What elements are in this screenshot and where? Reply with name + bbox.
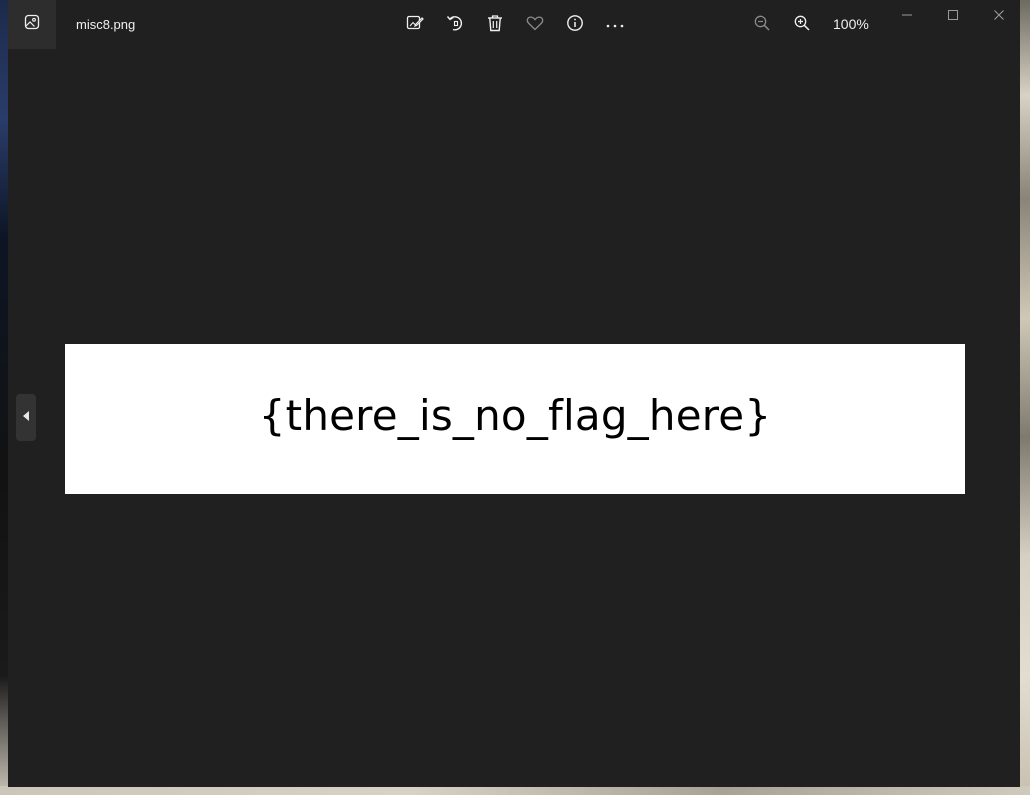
zoom-in-button[interactable] — [790, 13, 814, 37]
close-icon — [993, 8, 1005, 26]
file-name-title: misc8.png — [76, 17, 136, 32]
displayed-image: {there_is_no_flag_here} — [65, 344, 965, 494]
zoom-out-icon — [754, 15, 770, 36]
desktop-wallpaper-right — [1020, 0, 1030, 795]
photo-viewer-window: misc8.png 100% {there_is_no_flag_here} — [8, 0, 1020, 787]
info-button[interactable] — [563, 13, 587, 37]
zoom-out-button[interactable] — [750, 13, 774, 37]
title-bar: misc8.png 100% — [8, 0, 1020, 50]
edit-icon — [406, 14, 424, 37]
zoom-level-label[interactable]: 100% — [833, 16, 869, 32]
edit-button[interactable] — [403, 13, 427, 37]
more-icon — [605, 16, 625, 34]
app-icon-button[interactable] — [8, 0, 56, 49]
zoom-in-icon — [794, 15, 810, 36]
rotate-icon — [446, 14, 464, 37]
minimize-button[interactable] — [892, 4, 922, 30]
rotate-button[interactable] — [443, 13, 467, 37]
favorite-button[interactable] — [523, 13, 547, 37]
close-button[interactable] — [984, 4, 1014, 30]
more-options-button[interactable] — [603, 13, 627, 37]
delete-icon — [486, 14, 504, 37]
minimize-icon — [901, 8, 913, 26]
maximize-button[interactable] — [938, 4, 968, 30]
photos-app-icon — [24, 14, 40, 35]
info-icon — [566, 14, 584, 37]
chevron-left-icon — [21, 409, 31, 427]
previous-image-button[interactable] — [16, 394, 36, 441]
desktop-wallpaper-bottom — [0, 786, 1030, 795]
heart-icon — [526, 14, 544, 37]
delete-button[interactable] — [483, 13, 507, 37]
image-text: {there_is_no_flag_here} — [258, 390, 772, 440]
maximize-icon — [947, 8, 959, 26]
